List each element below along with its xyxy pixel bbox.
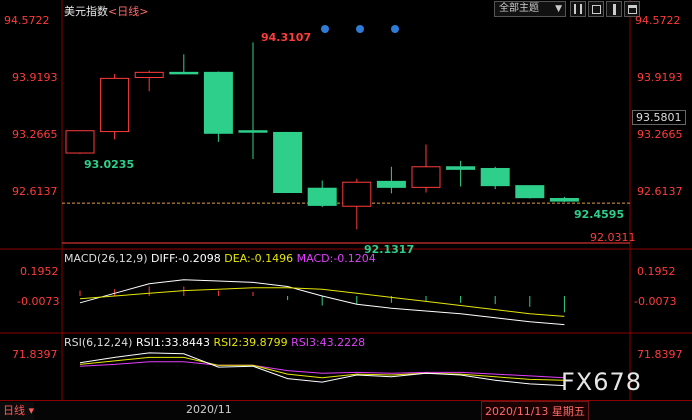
rsi-params: RSI(6,12,24) bbox=[64, 336, 133, 349]
candle-body-up bbox=[411, 166, 441, 188]
rsi-header: RSI(6,12,24) RSI1:33.8443 RSI2:39.8799 R… bbox=[64, 336, 365, 349]
timeframe-label: <日线> bbox=[108, 5, 149, 18]
candle-body-down bbox=[446, 166, 476, 170]
macd-macd-value: MACD:-0.1204 bbox=[296, 252, 376, 265]
event-marker-dot bbox=[356, 25, 364, 33]
pencil-icon bbox=[613, 4, 616, 15]
candle-body-up bbox=[100, 77, 130, 133]
macd-header: MACD(26,12,9) DIFF:-0.2098 DEA:-0.1496 M… bbox=[64, 252, 376, 265]
grid-icon bbox=[592, 5, 601, 14]
rsi2-value: RSI2:39.8799 bbox=[213, 336, 288, 349]
toolbar-grid-button[interactable] bbox=[588, 1, 604, 17]
theme-select-label: 全部主题 bbox=[499, 3, 539, 14]
candle-body-down bbox=[203, 71, 233, 134]
watermark-logo: FX678 bbox=[561, 368, 643, 396]
bar-chart-icon bbox=[574, 4, 582, 14]
window-icon bbox=[628, 5, 637, 14]
candle-body-down bbox=[480, 167, 510, 187]
price-axis-tick-right: 93.9193 bbox=[637, 71, 683, 84]
candle-body-down bbox=[307, 187, 337, 206]
toolbar-indicator-button[interactable] bbox=[570, 1, 586, 17]
macd-axis-tick: -0.0073 bbox=[17, 295, 60, 308]
price-axis-tick-right: 94.5722 bbox=[635, 14, 681, 27]
price-axis-tick-right: 93.2665 bbox=[637, 128, 683, 141]
event-marker-dot bbox=[321, 25, 329, 33]
candle-body-down bbox=[549, 198, 579, 202]
rsi3-line bbox=[79, 361, 565, 379]
rsi3-value: RSI3:43.2228 bbox=[291, 336, 366, 349]
price-axis-tick-left: 93.9193 bbox=[12, 71, 58, 84]
candle-body-down bbox=[376, 180, 406, 188]
current-price-marker: 93.5801 bbox=[632, 110, 686, 125]
macd-diff-value: DIFF:-0.2098 bbox=[151, 252, 221, 265]
macd-params: MACD(26,12,9) bbox=[64, 252, 148, 265]
candle-body-down bbox=[238, 130, 268, 133]
cursor-date-label: 2020/11/13 星期五 bbox=[481, 401, 589, 420]
price-axis-tick-left: 94.5722 bbox=[4, 14, 50, 27]
point-annotation-left: 93.0235 bbox=[84, 158, 135, 171]
candle-body-down bbox=[273, 131, 303, 194]
price-axis-tick-left: 92.6137 bbox=[12, 185, 58, 198]
rsi-axis-tick: 71.8397 bbox=[12, 348, 58, 361]
macd-axis-tick-right: 0.1952 bbox=[637, 265, 676, 278]
time-axis-label: 2020/11 bbox=[186, 403, 232, 416]
theme-select[interactable]: 全部主题 ▼ bbox=[494, 1, 566, 17]
event-marker-dot bbox=[391, 25, 399, 33]
candle-body-up bbox=[65, 130, 95, 154]
macd-axis-tick: 0.1952 bbox=[20, 265, 59, 278]
macd-axis-tick-right: -0.0073 bbox=[634, 295, 677, 308]
candle-body-up bbox=[134, 71, 164, 79]
point-annotation-right: 92.4595 bbox=[574, 208, 625, 221]
rsi1-value: RSI1:33.8443 bbox=[135, 336, 211, 349]
macd-dea-value: DEA:-0.1496 bbox=[224, 252, 294, 265]
rsi2-line bbox=[79, 356, 565, 381]
candle-body-up bbox=[342, 181, 372, 207]
toolbar-draw-button[interactable] bbox=[606, 1, 622, 17]
price-axis-tick-right: 92.6137 bbox=[637, 185, 683, 198]
chevron-down-icon: ▼ bbox=[555, 4, 562, 14]
high-annotation: 94.3107 bbox=[261, 31, 312, 44]
horizontal-line-price: 92.0311 bbox=[590, 231, 636, 244]
timeframe-tab[interactable]: 日线 ▾ bbox=[0, 402, 35, 420]
price-axis-tick-left: 93.2665 bbox=[12, 128, 58, 141]
candle-body-down bbox=[515, 185, 545, 199]
candle-body-down bbox=[169, 71, 199, 75]
rsi-axis-tick-right: 71.8397 bbox=[637, 348, 683, 361]
instrument-name: 美元指数 bbox=[64, 5, 108, 18]
chart-title: 美元指数<日线> bbox=[64, 3, 148, 19]
